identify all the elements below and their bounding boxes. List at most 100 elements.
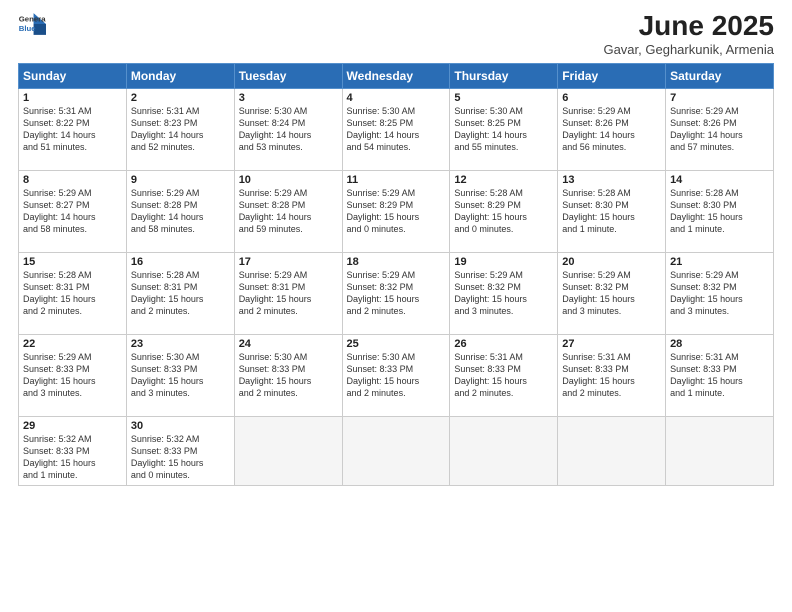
day-cell-17: 17Sunrise: 5:29 AM Sunset: 8:31 PM Dayli… [234, 253, 342, 335]
day-number: 18 [347, 256, 446, 268]
day-cell-29: 29Sunrise: 5:32 AM Sunset: 8:33 PM Dayli… [19, 417, 127, 486]
title-block: June 2025 Gavar, Gegharkunik, Armenia [603, 10, 774, 57]
day-number: 2 [131, 92, 230, 104]
col-header-friday: Friday [558, 64, 666, 89]
day-number: 3 [239, 92, 338, 104]
day-number: 29 [23, 420, 122, 432]
day-info: Sunrise: 5:29 AM Sunset: 8:26 PM Dayligh… [562, 105, 661, 154]
day-info: Sunrise: 5:31 AM Sunset: 8:23 PM Dayligh… [131, 105, 230, 154]
page-header: General Blue June 2025 Gavar, Gegharkuni… [18, 10, 774, 57]
day-cell-22: 22Sunrise: 5:29 AM Sunset: 8:33 PM Dayli… [19, 335, 127, 417]
calendar-header-row: SundayMondayTuesdayWednesdayThursdayFrid… [19, 64, 774, 89]
day-cell-24: 24Sunrise: 5:30 AM Sunset: 8:33 PM Dayli… [234, 335, 342, 417]
day-cell-25: 25Sunrise: 5:30 AM Sunset: 8:33 PM Dayli… [342, 335, 450, 417]
empty-cell [558, 417, 666, 486]
day-number: 20 [562, 256, 661, 268]
day-info: Sunrise: 5:31 AM Sunset: 8:33 PM Dayligh… [454, 351, 553, 400]
logo: General Blue [18, 10, 46, 38]
day-number: 21 [670, 256, 769, 268]
day-cell-26: 26Sunrise: 5:31 AM Sunset: 8:33 PM Dayli… [450, 335, 558, 417]
day-cell-8: 8Sunrise: 5:29 AM Sunset: 8:27 PM Daylig… [19, 171, 127, 253]
day-number: 4 [347, 92, 446, 104]
day-info: Sunrise: 5:30 AM Sunset: 8:25 PM Dayligh… [454, 105, 553, 154]
svg-text:General: General [19, 15, 46, 24]
day-number: 16 [131, 256, 230, 268]
day-info: Sunrise: 5:28 AM Sunset: 8:30 PM Dayligh… [670, 187, 769, 236]
day-cell-16: 16Sunrise: 5:28 AM Sunset: 8:31 PM Dayli… [126, 253, 234, 335]
day-number: 24 [239, 338, 338, 350]
calendar-title: June 2025 [603, 10, 774, 42]
col-header-tuesday: Tuesday [234, 64, 342, 89]
day-info: Sunrise: 5:30 AM Sunset: 8:24 PM Dayligh… [239, 105, 338, 154]
day-number: 28 [670, 338, 769, 350]
day-number: 15 [23, 256, 122, 268]
day-cell-12: 12Sunrise: 5:28 AM Sunset: 8:29 PM Dayli… [450, 171, 558, 253]
day-number: 12 [454, 174, 553, 186]
day-number: 27 [562, 338, 661, 350]
day-info: Sunrise: 5:31 AM Sunset: 8:33 PM Dayligh… [562, 351, 661, 400]
day-number: 10 [239, 174, 338, 186]
week-row-2: 8Sunrise: 5:29 AM Sunset: 8:27 PM Daylig… [19, 171, 774, 253]
day-cell-3: 3Sunrise: 5:30 AM Sunset: 8:24 PM Daylig… [234, 89, 342, 171]
day-number: 14 [670, 174, 769, 186]
day-info: Sunrise: 5:31 AM Sunset: 8:22 PM Dayligh… [23, 105, 122, 154]
day-cell-27: 27Sunrise: 5:31 AM Sunset: 8:33 PM Dayli… [558, 335, 666, 417]
day-number: 25 [347, 338, 446, 350]
day-cell-19: 19Sunrise: 5:29 AM Sunset: 8:32 PM Dayli… [450, 253, 558, 335]
day-info: Sunrise: 5:29 AM Sunset: 8:32 PM Dayligh… [670, 269, 769, 318]
day-info: Sunrise: 5:29 AM Sunset: 8:26 PM Dayligh… [670, 105, 769, 154]
col-header-thursday: Thursday [450, 64, 558, 89]
day-cell-15: 15Sunrise: 5:28 AM Sunset: 8:31 PM Dayli… [19, 253, 127, 335]
day-cell-2: 2Sunrise: 5:31 AM Sunset: 8:23 PM Daylig… [126, 89, 234, 171]
calendar-table: SundayMondayTuesdayWednesdayThursdayFrid… [18, 63, 774, 486]
day-info: Sunrise: 5:29 AM Sunset: 8:29 PM Dayligh… [347, 187, 446, 236]
day-number: 11 [347, 174, 446, 186]
col-header-saturday: Saturday [666, 64, 774, 89]
day-number: 8 [23, 174, 122, 186]
day-info: Sunrise: 5:28 AM Sunset: 8:29 PM Dayligh… [454, 187, 553, 236]
day-info: Sunrise: 5:30 AM Sunset: 8:33 PM Dayligh… [347, 351, 446, 400]
day-cell-10: 10Sunrise: 5:29 AM Sunset: 8:28 PM Dayli… [234, 171, 342, 253]
empty-cell [342, 417, 450, 486]
logo-icon: General Blue [18, 10, 46, 38]
day-number: 26 [454, 338, 553, 350]
day-number: 5 [454, 92, 553, 104]
col-header-sunday: Sunday [19, 64, 127, 89]
day-info: Sunrise: 5:29 AM Sunset: 8:32 PM Dayligh… [562, 269, 661, 318]
day-info: Sunrise: 5:28 AM Sunset: 8:30 PM Dayligh… [562, 187, 661, 236]
day-number: 23 [131, 338, 230, 350]
day-cell-23: 23Sunrise: 5:30 AM Sunset: 8:33 PM Dayli… [126, 335, 234, 417]
week-row-3: 15Sunrise: 5:28 AM Sunset: 8:31 PM Dayli… [19, 253, 774, 335]
day-number: 19 [454, 256, 553, 268]
day-number: 9 [131, 174, 230, 186]
day-info: Sunrise: 5:29 AM Sunset: 8:32 PM Dayligh… [347, 269, 446, 318]
day-number: 13 [562, 174, 661, 186]
day-number: 22 [23, 338, 122, 350]
day-info: Sunrise: 5:31 AM Sunset: 8:33 PM Dayligh… [670, 351, 769, 400]
day-cell-20: 20Sunrise: 5:29 AM Sunset: 8:32 PM Dayli… [558, 253, 666, 335]
day-info: Sunrise: 5:30 AM Sunset: 8:33 PM Dayligh… [131, 351, 230, 400]
day-cell-18: 18Sunrise: 5:29 AM Sunset: 8:32 PM Dayli… [342, 253, 450, 335]
day-cell-21: 21Sunrise: 5:29 AM Sunset: 8:32 PM Dayli… [666, 253, 774, 335]
calendar-subtitle: Gavar, Gegharkunik, Armenia [603, 42, 774, 57]
day-number: 1 [23, 92, 122, 104]
empty-cell [666, 417, 774, 486]
day-cell-7: 7Sunrise: 5:29 AM Sunset: 8:26 PM Daylig… [666, 89, 774, 171]
day-info: Sunrise: 5:29 AM Sunset: 8:27 PM Dayligh… [23, 187, 122, 236]
day-info: Sunrise: 5:32 AM Sunset: 8:33 PM Dayligh… [23, 433, 122, 482]
day-info: Sunrise: 5:30 AM Sunset: 8:33 PM Dayligh… [239, 351, 338, 400]
col-header-monday: Monday [126, 64, 234, 89]
day-cell-30: 30Sunrise: 5:32 AM Sunset: 8:33 PM Dayli… [126, 417, 234, 486]
day-number: 7 [670, 92, 769, 104]
day-cell-13: 13Sunrise: 5:28 AM Sunset: 8:30 PM Dayli… [558, 171, 666, 253]
day-number: 17 [239, 256, 338, 268]
day-cell-9: 9Sunrise: 5:29 AM Sunset: 8:28 PM Daylig… [126, 171, 234, 253]
day-cell-11: 11Sunrise: 5:29 AM Sunset: 8:29 PM Dayli… [342, 171, 450, 253]
empty-cell [450, 417, 558, 486]
calendar-page: General Blue June 2025 Gavar, Gegharkuni… [0, 0, 792, 612]
col-header-wednesday: Wednesday [342, 64, 450, 89]
day-number: 30 [131, 420, 230, 432]
day-number: 6 [562, 92, 661, 104]
day-cell-4: 4Sunrise: 5:30 AM Sunset: 8:25 PM Daylig… [342, 89, 450, 171]
day-info: Sunrise: 5:30 AM Sunset: 8:25 PM Dayligh… [347, 105, 446, 154]
